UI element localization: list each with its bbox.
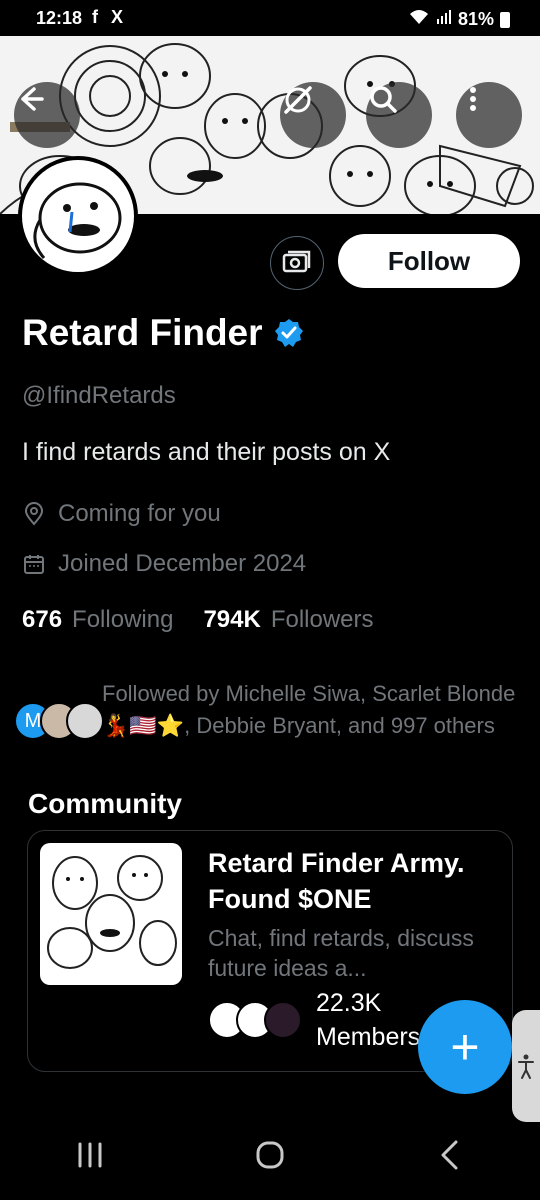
member-count: 22.3K — [316, 989, 382, 1017]
follow-stats: 676 Following 794K Followers — [22, 606, 374, 634]
battery-text: 81% — [457, 9, 494, 29]
profile-handle: @IfindRetards — [22, 382, 176, 409]
chevron-left-icon — [441, 1140, 458, 1170]
member-label: Members — [316, 1023, 421, 1051]
follow-button[interactable]: Follow — [338, 234, 520, 288]
notification-icons: f X — [92, 7, 128, 27]
followed-by-section[interactable]: M Followed by Michelle Siwa, Scarlet Blo… — [14, 678, 524, 742]
profile-bio: I find retards and their posts on X — [22, 438, 391, 466]
status-bar: 12:18 f X 81% — [0, 0, 540, 36]
grok-button[interactable] — [280, 82, 346, 148]
signal-icon — [436, 9, 452, 30]
followed-by-text: Followed by Michelle Siwa, Scarlet Blond… — [102, 681, 516, 738]
back-nav-button[interactable] — [410, 1125, 490, 1185]
home-icon — [256, 1141, 284, 1169]
community-name: Retard Finder Army. Found $ONE — [208, 848, 465, 914]
community-description: Chat, find retards, discuss future ideas… — [208, 925, 474, 981]
search-icon — [370, 86, 397, 113]
followers-link[interactable]: 794K Followers — [203, 606, 373, 634]
arrow-left-icon — [21, 87, 44, 111]
money-icon — [282, 250, 311, 273]
display-name: Retard Finder — [22, 312, 263, 353]
status-right: 81% — [408, 8, 510, 31]
display-name-row: Retard Finder — [22, 312, 305, 354]
plus-icon: + — [450, 1019, 480, 1075]
member-avatar — [264, 1001, 302, 1039]
calendar-icon — [24, 555, 44, 574]
system-nav-bar — [0, 1110, 540, 1200]
followers-label: Followers — [270, 606, 374, 633]
profile-avatar[interactable] — [18, 156, 138, 276]
joined-text: Joined December 2024 — [58, 550, 307, 577]
follower-avatar — [66, 702, 104, 740]
battery-icon — [500, 11, 510, 28]
wifi-icon — [408, 8, 430, 31]
avatar-sketch — [33, 182, 122, 259]
recent-apps-button[interactable] — [50, 1125, 130, 1185]
followers-count: 794K — [203, 606, 261, 633]
back-button[interactable] — [14, 82, 80, 148]
community-image — [40, 843, 182, 985]
following-link[interactable]: 676 Following — [22, 606, 173, 634]
more-vertical-icon — [470, 87, 476, 111]
member-avatars — [208, 1001, 304, 1041]
compose-post-button[interactable]: + — [418, 1000, 512, 1094]
community-sketch — [47, 855, 177, 969]
follower-avatars: M — [14, 702, 104, 742]
location-text: Coming for you — [58, 500, 221, 527]
following-count: 676 — [22, 606, 63, 633]
accessibility-button[interactable] — [512, 1010, 540, 1122]
recent-apps-icon — [78, 1142, 102, 1168]
search-button[interactable] — [366, 82, 432, 148]
location-pin-icon — [24, 502, 44, 526]
grok-icon — [284, 86, 312, 114]
tip-button[interactable] — [270, 236, 324, 290]
community-heading: Community — [28, 788, 182, 819]
joined-row: Joined December 2024 — [22, 550, 306, 578]
verified-badge-icon[interactable] — [273, 317, 305, 349]
more-options-button[interactable] — [456, 82, 522, 148]
location-row: Coming for you — [22, 500, 221, 528]
status-time: 12:18 — [36, 8, 83, 28]
home-button[interactable] — [230, 1125, 310, 1185]
accessibility-icon — [518, 1054, 534, 1079]
following-label: Following — [72, 606, 174, 633]
